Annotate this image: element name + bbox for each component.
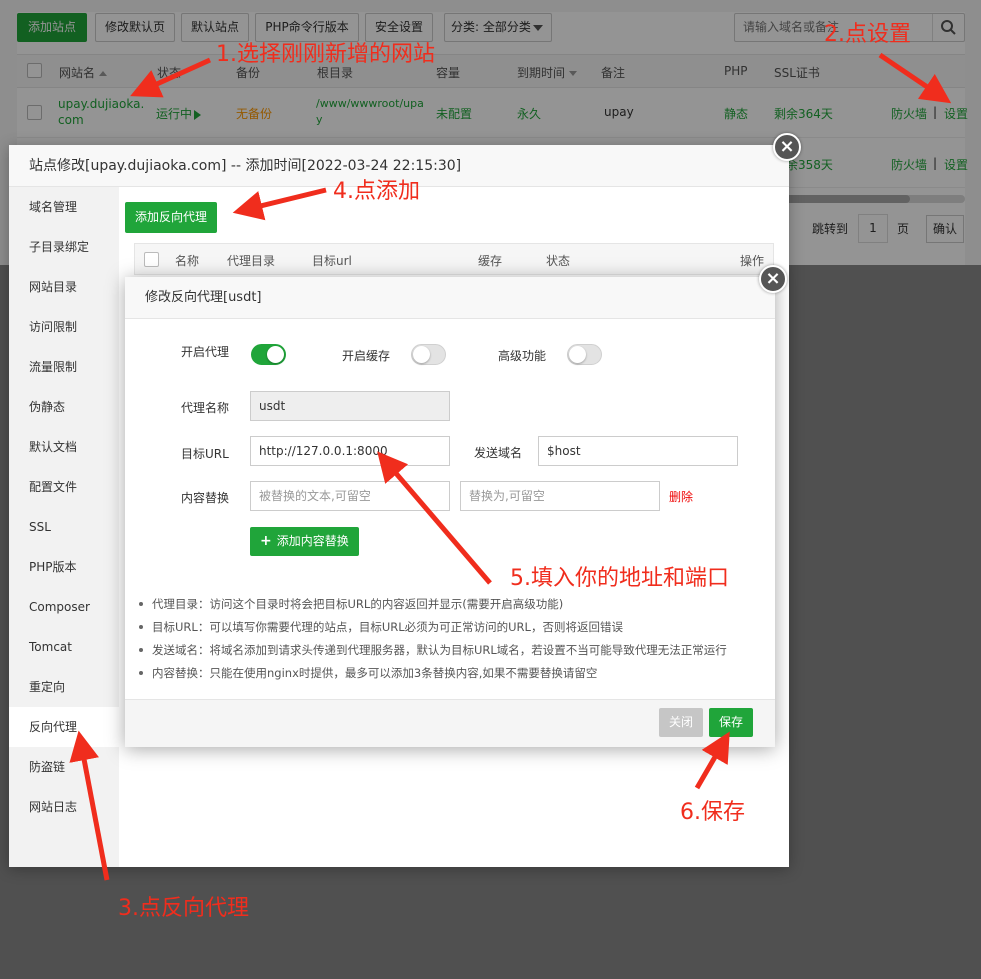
enable-proxy-label: 开启代理 — [181, 345, 230, 359]
tip-item: 代理目录：访问这个目录时将会把目标URL的内容返回并显示(需要开启高级功能) — [139, 596, 563, 612]
proxy-col-dir: 代理目录 — [227, 254, 276, 268]
sidebar-item-default-doc[interactable]: 默认文档 — [9, 427, 119, 467]
proxy-col-url: 目标url — [312, 254, 352, 268]
toggle-knob — [569, 346, 586, 363]
annotation-step-4: 4.点添加 — [333, 179, 420, 204]
sidebar-item-config-file[interactable]: 配置文件 — [9, 467, 119, 507]
proxy-dialog-title: 修改反向代理[usdt] — [125, 277, 775, 319]
sidebar-item-traffic-limit[interactable]: 流量限制 — [9, 347, 119, 387]
proxy-col-status: 状态 — [546, 254, 571, 268]
toggle-knob — [267, 346, 284, 363]
sidebar-item-site-dir[interactable]: 网站目录 — [9, 267, 119, 307]
site-dialog-close-button[interactable]: × — [773, 133, 801, 161]
close-icon: × — [765, 268, 781, 289]
sidebar-item-hotlink[interactable]: 防盗链 — [9, 747, 119, 787]
target-url-input[interactable] — [250, 436, 450, 466]
enable-cache-label: 开启缓存 — [342, 349, 391, 363]
sidebar-item-ssl[interactable]: SSL — [9, 507, 119, 547]
add-replace-label: 添加内容替换 — [276, 534, 349, 548]
content-replace-label: 内容替换 — [181, 491, 230, 505]
close-button[interactable]: 关闭 — [659, 708, 704, 737]
annotation-step-1: 1.选择刚刚新增的网站 — [216, 42, 435, 67]
sidebar-item-site-log[interactable]: 网站日志 — [9, 787, 119, 827]
annotation-step-3: 3.点反向代理 — [118, 896, 249, 921]
sidebar-item-php-version[interactable]: PHP版本 — [9, 547, 119, 587]
replace-to-input[interactable] — [460, 481, 660, 511]
proxy-table-header: 名称 代理目录 目标url 缓存 状态 操作 — [134, 243, 774, 275]
proxy-dialog-footer: 关闭 保存 — [125, 699, 775, 747]
delete-replace-link[interactable]: 删除 — [669, 488, 693, 505]
sidebar-item-tomcat[interactable]: Tomcat — [9, 627, 119, 667]
target-url-label: 目标URL — [181, 447, 229, 461]
send-domain-input[interactable] — [538, 436, 738, 466]
sidebar-item-reverse-proxy[interactable]: 反向代理 — [9, 707, 119, 747]
add-content-replace-button[interactable]: + 添加内容替换 — [250, 527, 359, 556]
proxy-dialog-close-button[interactable]: × — [759, 265, 787, 293]
add-reverse-proxy-button[interactable]: 添加反向代理 — [125, 202, 218, 233]
enable-proxy-toggle[interactable] — [251, 344, 286, 365]
tip-item: 发送域名：将域名添加到请求头传递到代理服务器，默认为目标URL域名，若设置不当可… — [139, 642, 727, 658]
save-button[interactable]: 保存 — [709, 708, 754, 737]
tip-item: 内容替换：只能在使用nginx时提供，最多可以添加3条替换内容,如果不需要替换请… — [139, 665, 597, 681]
proxy-name-input[interactable] — [250, 391, 450, 421]
enable-cache-toggle[interactable] — [411, 344, 446, 365]
sidebar-item-domain[interactable]: 域名管理 — [9, 187, 119, 227]
annotation-step-2: 2.点设置 — [824, 22, 911, 47]
close-icon: × — [779, 136, 795, 157]
advanced-toggle[interactable] — [567, 344, 602, 365]
advanced-label: 高级功能 — [498, 349, 547, 363]
send-domain-label: 发送域名 — [474, 446, 523, 460]
edit-reverse-proxy-dialog: 修改反向代理[usdt] 开启代理 开启缓存 高级功能 代理名称 目标URL 发… — [125, 277, 775, 747]
proxy-name-label: 代理名称 — [181, 401, 230, 415]
proxy-col-name: 名称 — [175, 254, 200, 268]
sidebar-item-rewrite[interactable]: 伪静态 — [9, 387, 119, 427]
tip-item: 目标URL：可以填写你需要代理的站点，目标URL必须为可正常访问的URL，否则将… — [139, 619, 623, 635]
proxy-col-action: 操作 — [740, 254, 765, 268]
annotation-step-5: 5.填入你的地址和端口 — [510, 566, 729, 591]
proxy-col-cache: 缓存 — [478, 254, 503, 268]
sidebar-item-redirect[interactable]: 重定向 — [9, 667, 119, 707]
annotation-step-6: 6.保存 — [680, 800, 745, 825]
site-settings-sidebar: 域名管理 子目录绑定 网站目录 访问限制 流量限制 伪静态 默认文档 配置文件 … — [9, 187, 119, 867]
sidebar-item-composer[interactable]: Composer — [9, 587, 119, 627]
replace-from-input[interactable] — [250, 481, 450, 511]
sidebar-item-subdir[interactable]: 子目录绑定 — [9, 227, 119, 267]
proxy-select-all-checkbox[interactable] — [144, 252, 159, 267]
plus-icon: + — [260, 533, 272, 549]
sidebar-item-access-limit[interactable]: 访问限制 — [9, 307, 119, 347]
toggle-knob — [413, 346, 430, 363]
